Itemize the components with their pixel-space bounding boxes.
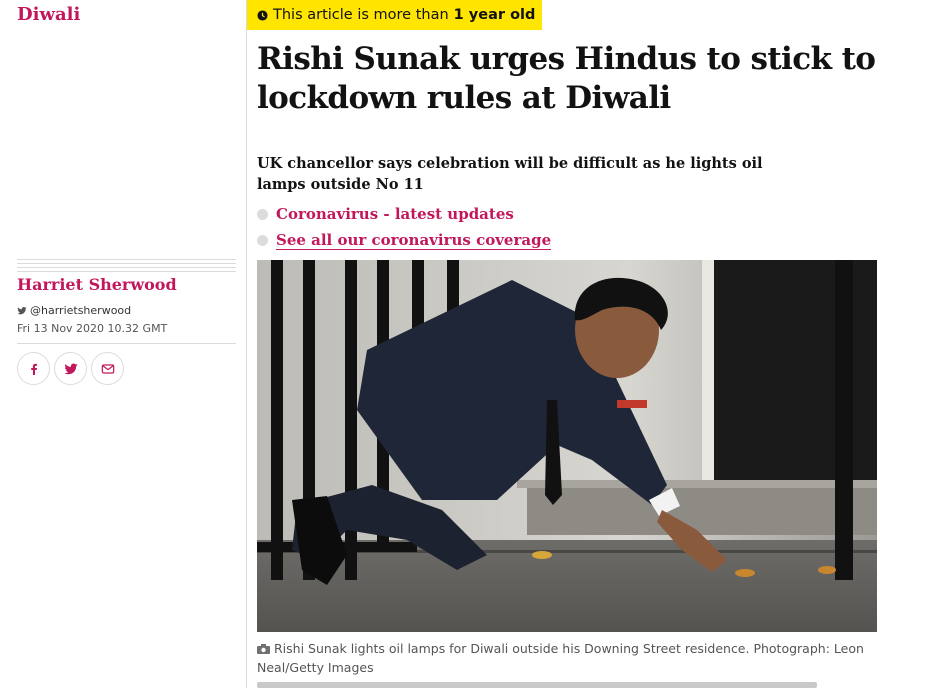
byline-rules	[17, 259, 236, 275]
email-icon	[101, 363, 114, 374]
related-links: Coronavirus - latest updates See all our…	[257, 201, 552, 253]
related-link-latest-updates[interactable]: Coronavirus - latest updates	[276, 205, 514, 223]
bullet-dot	[257, 234, 268, 246]
share-twitter-button[interactable]	[54, 352, 87, 385]
twitter-icon	[63, 363, 78, 374]
article-headline: Rishi Sunak urges Hindus to stick to loc…	[257, 41, 876, 116]
article-age-warning: This article is more than 1 year old	[247, 0, 542, 30]
twitter-handle-text: @harrietsherwood	[30, 304, 132, 317]
twitter-handle-link[interactable]: @harrietsherwood	[17, 304, 131, 317]
article-body-start	[257, 682, 857, 688]
section-label[interactable]: Diwali	[17, 4, 80, 25]
share-facebook-button[interactable]	[17, 352, 50, 385]
caption-text: Rishi Sunak lights oil lamps for Diwali …	[257, 641, 864, 675]
article-main-image	[257, 260, 877, 632]
article-standfirst: UK chancellor says celebration will be d…	[257, 155, 763, 193]
camera-icon	[257, 644, 270, 654]
author-name[interactable]: Harriet Sherwood	[17, 275, 177, 294]
share-email-button[interactable]	[91, 352, 124, 385]
photo-illustration	[257, 260, 877, 632]
publish-date: Fri 13 Nov 2020 10.32 GMT	[17, 322, 168, 335]
image-caption: Rishi Sunak lights oil lamps for Diwali …	[257, 639, 877, 677]
share-buttons	[17, 352, 124, 385]
age-warning-age: 1 year old	[453, 7, 536, 23]
byline-divider	[17, 343, 236, 344]
related-link-item: See all our coronavirus coverage	[257, 227, 552, 253]
related-link-all-coverage[interactable]: See all our coronavirus coverage	[276, 231, 552, 250]
related-link-item: Coronavirus - latest updates	[257, 201, 551, 227]
twitter-icon	[17, 306, 27, 314]
facebook-icon	[30, 363, 37, 375]
age-warning-prefix: This article is more than	[273, 7, 449, 23]
bullet-dot	[257, 208, 268, 220]
column-divider	[246, 0, 247, 688]
clock-icon	[257, 9, 268, 21]
